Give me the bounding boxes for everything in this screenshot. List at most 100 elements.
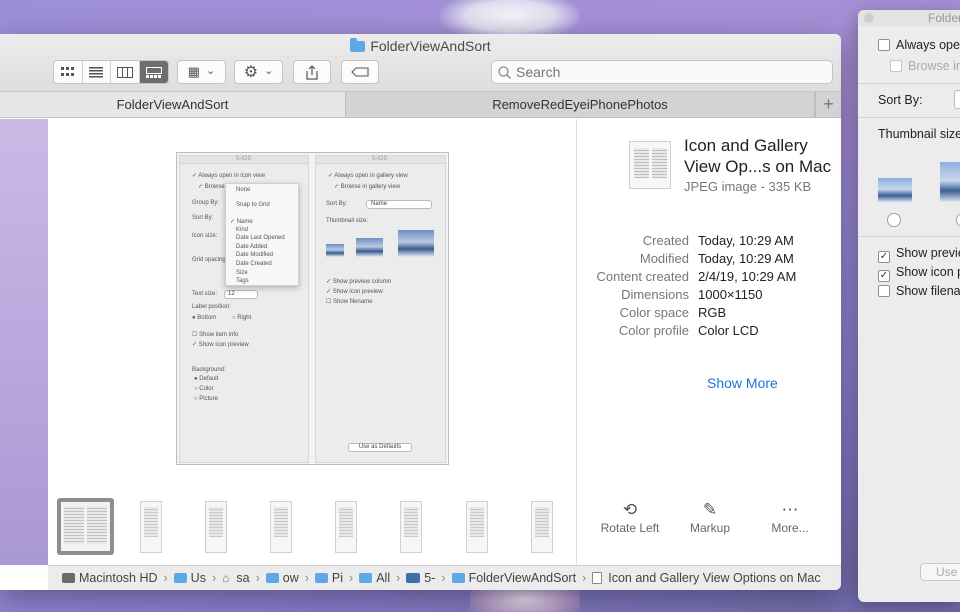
folder-icon [350, 38, 366, 52]
preview-text: ✓ Always open in gallery view [328, 173, 408, 179]
titlebar: FolderViewAndSort ▦ ⌄ ⚙ ⌄ Search [0, 34, 841, 92]
show-icon-preview-checkbox[interactable]: ✓ Show icon p [878, 265, 960, 282]
checkbox-icon [890, 60, 902, 72]
filmstrip-thumb[interactable] [531, 501, 553, 553]
meta-row-dimensions: Dimensions 1000×1150 [577, 287, 841, 305]
preview-text: Grid spacing [192, 257, 226, 263]
meta-row-created: Created Today, 10:29 AM [577, 233, 841, 251]
thumbnail-size-radio-large[interactable] [956, 213, 960, 227]
path-item-all[interactable]: All [359, 571, 390, 585]
action-button[interactable]: ⚙ ⌄ [234, 60, 283, 84]
path-item-home[interactable]: ⌂ sa [222, 571, 249, 585]
preview-text: Use as Defaults [348, 443, 412, 452]
preview-text: None [236, 187, 251, 193]
icon-view-icon [60, 67, 74, 76]
filmstrip-thumb[interactable] [400, 501, 422, 553]
checkbox-label: Always oper [896, 38, 960, 52]
path-separator: › [255, 571, 260, 585]
show-filename-checkbox[interactable]: Show filena [878, 284, 960, 298]
file-kind: JPEG image - 335 KB [684, 179, 812, 194]
preview-text: Kind [236, 227, 249, 233]
use-as-defaults-button[interactable]: Use [920, 563, 960, 581]
preview-text: ☐ Show filename [326, 299, 373, 305]
preview-sort-menu: None Snap to Grid ✓ Name Kind Date Last … [225, 183, 299, 286]
tags-button[interactable] [341, 60, 379, 84]
tab-label: RemoveRedEyeiPhonePhotos [492, 97, 668, 112]
more-button[interactable]: ⋯ More... [767, 499, 813, 535]
gear-icon: ⚙ [243, 64, 259, 81]
path-item-pi[interactable]: Pi [314, 571, 343, 585]
preview-text: Group By: [192, 200, 220, 206]
divider [858, 83, 960, 84]
always-open-checkbox[interactable]: Always oper [878, 38, 960, 52]
tab-removeredeyeiphonephotos[interactable]: RemoveRedEyeiPhonePhotos [346, 92, 815, 117]
preview-text: Date Modified [236, 252, 274, 258]
filmstrip-thumb[interactable] [466, 501, 488, 553]
show-more-link[interactable]: Show More [707, 375, 778, 391]
preview-text: ● Default [194, 376, 219, 382]
path-item-users[interactable]: Us [173, 571, 206, 585]
search-field[interactable] [491, 60, 833, 84]
filmstrip-thumb[interactable] [335, 501, 357, 553]
home-icon: ⌂ [222, 571, 230, 585]
preview-thumb-small [326, 244, 344, 257]
plus-icon: + [823, 94, 834, 114]
preview-text: Size [236, 270, 248, 276]
preview-text: ✓ Show icon preview [192, 342, 249, 348]
path-item-folderviewandsort[interactable]: FolderViewAndSort [451, 571, 576, 585]
filmstrip-thumb-selected[interactable] [57, 498, 114, 555]
meta-row-content-created: Content created 2/4/19, 10:29 AM [577, 269, 841, 287]
search-input[interactable] [516, 64, 816, 80]
markup-button[interactable]: ✎ Markup [685, 499, 735, 535]
folder-icon [265, 573, 279, 583]
path-item-5[interactable]: 5- [406, 571, 435, 585]
gallery-view-button[interactable] [139, 61, 168, 83]
tab-label: FolderViewAndSort [116, 97, 229, 112]
preview-text: ✓ Show preview column [326, 279, 392, 285]
path-item-ow[interactable]: ow [265, 571, 299, 585]
show-preview-checkbox[interactable]: ✓ Show previe [878, 246, 960, 263]
thumbnail-size-radio-small[interactable] [887, 213, 901, 227]
column-view-button[interactable] [111, 61, 140, 83]
preview-image[interactable]: 5-iOS ✓ Always open in icon view ✓ Brows… [176, 152, 449, 465]
filmstrip-thumb[interactable] [140, 501, 162, 553]
path-label: 5- [424, 571, 436, 585]
path-item-macintosh-hd[interactable]: Macintosh HD [62, 571, 158, 585]
icon-view-button[interactable] [54, 61, 83, 83]
close-button[interactable] [864, 13, 874, 23]
meta-row-modified: Modified Today, 10:29 AM [577, 251, 841, 269]
filmstrip-thumb[interactable] [270, 501, 292, 553]
view-options-title-text: Folder [928, 11, 960, 25]
preview-text: ✓ Browse in gallery view [334, 184, 401, 190]
meta-value: Color LCD [698, 323, 759, 338]
browse-in-checkbox[interactable]: Browse in [890, 59, 960, 73]
checkbox-icon [878, 285, 890, 297]
group-by-button[interactable]: ▦ ⌄ [177, 60, 226, 84]
rotate-left-button[interactable]: ⟲ Rotate Left [597, 499, 663, 535]
meta-row-color-profile: Color profile Color LCD [577, 323, 841, 341]
thumbnail-large-preview [940, 162, 960, 203]
meta-value: 1000×1150 [698, 287, 763, 302]
preview-text: Background: [192, 367, 226, 373]
path-separator: › [304, 571, 309, 585]
sort-by-select[interactable] [954, 90, 960, 109]
folder-icon [451, 573, 465, 583]
list-view-button[interactable] [83, 61, 111, 83]
group-by-inner: ▦ ⌄ [178, 61, 225, 83]
group-icon: ▦ [187, 64, 201, 79]
finder-window: FolderViewAndSort ▦ ⌄ ⚙ ⌄ Search FolderV… [0, 34, 841, 590]
share-button[interactable] [293, 60, 331, 84]
meta-value: 2/4/19, 10:29 AM [698, 269, 797, 284]
tab-folderviewandsort[interactable]: FolderViewAndSort [0, 92, 346, 117]
checkbox-label: Browse in [908, 59, 960, 73]
preview-text: ○ Color [194, 386, 214, 392]
path-label: ow [282, 571, 299, 585]
filmstrip-thumb[interactable] [205, 501, 227, 553]
view-mode-group [53, 60, 169, 84]
file-name: Icon and Gallery View Op...s on Mac [684, 136, 832, 176]
meta-key: Color profile [618, 323, 689, 338]
hard-drive-icon [62, 573, 75, 583]
path-item-file[interactable]: Icon and Gallery View Options on Mac [592, 571, 821, 585]
checkbox-label: Show filena [896, 284, 960, 298]
new-tab-button[interactable]: + [815, 92, 841, 117]
